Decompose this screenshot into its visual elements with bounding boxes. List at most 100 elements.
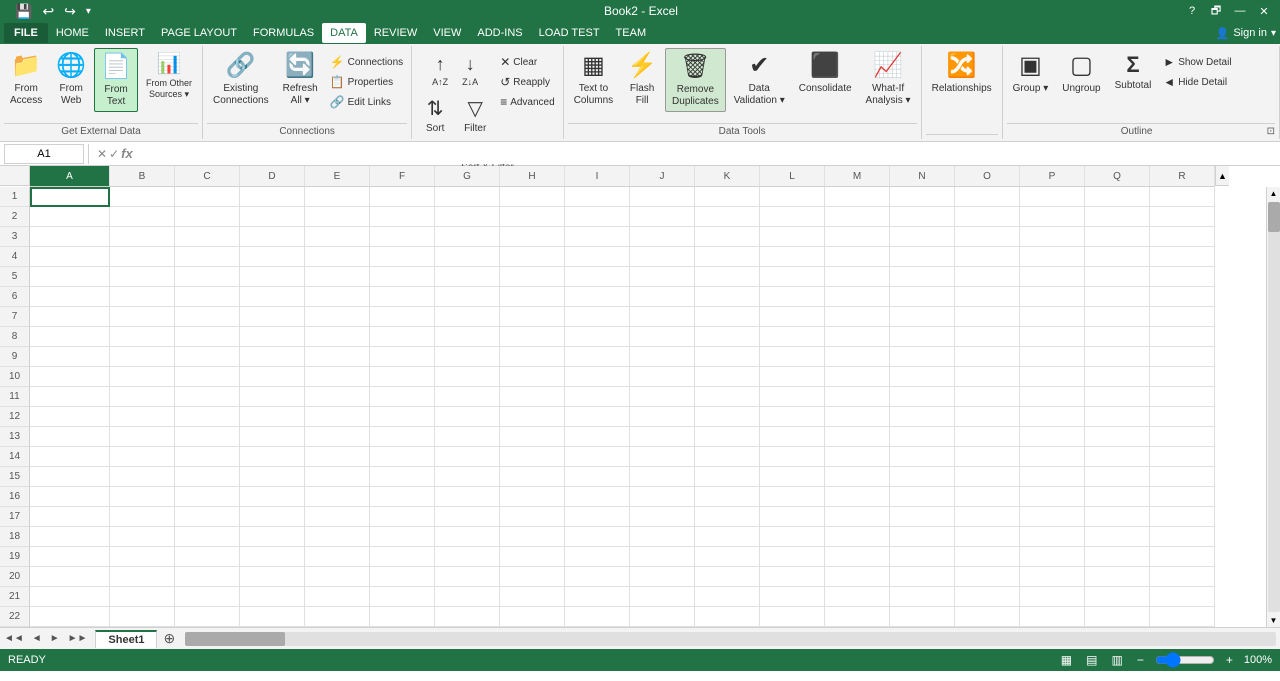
cell-D19[interactable] bbox=[240, 547, 305, 567]
sign-in-label[interactable]: Sign in bbox=[1233, 27, 1267, 39]
cell-B5[interactable] bbox=[110, 267, 175, 287]
cell-N18[interactable] bbox=[890, 527, 955, 547]
cell-J3[interactable] bbox=[630, 227, 695, 247]
col-header-M[interactable]: M bbox=[825, 166, 890, 186]
cell-A3[interactable] bbox=[30, 227, 110, 247]
cell-F14[interactable] bbox=[370, 447, 435, 467]
cell-O19[interactable] bbox=[955, 547, 1020, 567]
cell-Q22[interactable] bbox=[1085, 607, 1150, 627]
cell-F22[interactable] bbox=[370, 607, 435, 627]
cell-C11[interactable] bbox=[175, 387, 240, 407]
cell-O13[interactable] bbox=[955, 427, 1020, 447]
cell-J8[interactable] bbox=[630, 327, 695, 347]
menu-home[interactable]: HOME bbox=[48, 23, 97, 43]
cell-R8[interactable] bbox=[1150, 327, 1215, 347]
cell-E14[interactable] bbox=[305, 447, 370, 467]
cell-B14[interactable] bbox=[110, 447, 175, 467]
col-header-B[interactable]: B bbox=[110, 166, 175, 186]
cell-H7[interactable] bbox=[500, 307, 565, 327]
menu-review[interactable]: REVIEW bbox=[366, 23, 425, 43]
col-header-C[interactable]: C bbox=[175, 166, 240, 186]
cell-R22[interactable] bbox=[1150, 607, 1215, 627]
cell-E13[interactable] bbox=[305, 427, 370, 447]
cell-H6[interactable] bbox=[500, 287, 565, 307]
cell-E9[interactable] bbox=[305, 347, 370, 367]
row-num-21[interactable]: 21 bbox=[0, 587, 29, 607]
sort-za-button[interactable]: ↓ Z↓A bbox=[456, 50, 484, 91]
page-break-btn[interactable]: ▥ bbox=[1108, 652, 1125, 668]
cell-R3[interactable] bbox=[1150, 227, 1215, 247]
cell-J6[interactable] bbox=[630, 287, 695, 307]
cell-B20[interactable] bbox=[110, 567, 175, 587]
cell-C4[interactable] bbox=[175, 247, 240, 267]
cell-B16[interactable] bbox=[110, 487, 175, 507]
cell-E6[interactable] bbox=[305, 287, 370, 307]
cell-C15[interactable] bbox=[175, 467, 240, 487]
cell-B2[interactable] bbox=[110, 207, 175, 227]
cell-P11[interactable] bbox=[1020, 387, 1085, 407]
cell-Q5[interactable] bbox=[1085, 267, 1150, 287]
row-num-10[interactable]: 10 bbox=[0, 367, 29, 387]
cell-R4[interactable] bbox=[1150, 247, 1215, 267]
cell-K10[interactable] bbox=[695, 367, 760, 387]
cell-A17[interactable] bbox=[30, 507, 110, 527]
scroll-right-btn[interactable]: ►► bbox=[64, 631, 92, 646]
cell-O5[interactable] bbox=[955, 267, 1020, 287]
minimize-icon[interactable]: — bbox=[1232, 3, 1248, 19]
cell-R13[interactable] bbox=[1150, 427, 1215, 447]
col-header-K[interactable]: K bbox=[695, 166, 760, 186]
cell-K3[interactable] bbox=[695, 227, 760, 247]
cell-H18[interactable] bbox=[500, 527, 565, 547]
cell-H21[interactable] bbox=[500, 587, 565, 607]
cell-E8[interactable] bbox=[305, 327, 370, 347]
cell-R20[interactable] bbox=[1150, 567, 1215, 587]
cell-L9[interactable] bbox=[760, 347, 825, 367]
cell-R11[interactable] bbox=[1150, 387, 1215, 407]
cell-P9[interactable] bbox=[1020, 347, 1085, 367]
cell-I12[interactable] bbox=[565, 407, 630, 427]
cell-D9[interactable] bbox=[240, 347, 305, 367]
cell-D11[interactable] bbox=[240, 387, 305, 407]
cell-H3[interactable] bbox=[500, 227, 565, 247]
cell-M8[interactable] bbox=[825, 327, 890, 347]
sort-az-button[interactable]: ↑ A↑Z bbox=[426, 50, 454, 91]
cell-F20[interactable] bbox=[370, 567, 435, 587]
cell-B3[interactable] bbox=[110, 227, 175, 247]
scroll-next-btn[interactable]: ► bbox=[46, 631, 64, 646]
cell-P19[interactable] bbox=[1020, 547, 1085, 567]
cell-M10[interactable] bbox=[825, 367, 890, 387]
cell-H10[interactable] bbox=[500, 367, 565, 387]
cell-G17[interactable] bbox=[435, 507, 500, 527]
cell-Q8[interactable] bbox=[1085, 327, 1150, 347]
cell-J20[interactable] bbox=[630, 567, 695, 587]
cell-D12[interactable] bbox=[240, 407, 305, 427]
cell-E3[interactable] bbox=[305, 227, 370, 247]
cell-F4[interactable] bbox=[370, 247, 435, 267]
cell-I10[interactable] bbox=[565, 367, 630, 387]
cell-A9[interactable] bbox=[30, 347, 110, 367]
cell-N7[interactable] bbox=[890, 307, 955, 327]
cell-D14[interactable] bbox=[240, 447, 305, 467]
cell-I1[interactable] bbox=[565, 187, 630, 207]
cell-L8[interactable] bbox=[760, 327, 825, 347]
cell-R14[interactable] bbox=[1150, 447, 1215, 467]
cell-Q18[interactable] bbox=[1085, 527, 1150, 547]
cell-O16[interactable] bbox=[955, 487, 1020, 507]
cell-G6[interactable] bbox=[435, 287, 500, 307]
cell-E22[interactable] bbox=[305, 607, 370, 627]
cell-D17[interactable] bbox=[240, 507, 305, 527]
cell-K4[interactable] bbox=[695, 247, 760, 267]
cell-A10[interactable] bbox=[30, 367, 110, 387]
cell-D7[interactable] bbox=[240, 307, 305, 327]
cell-F9[interactable] bbox=[370, 347, 435, 367]
cell-D16[interactable] bbox=[240, 487, 305, 507]
cell-Q15[interactable] bbox=[1085, 467, 1150, 487]
cell-L22[interactable] bbox=[760, 607, 825, 627]
row-num-12[interactable]: 12 bbox=[0, 407, 29, 427]
cell-K12[interactable] bbox=[695, 407, 760, 427]
cell-P17[interactable] bbox=[1020, 507, 1085, 527]
cell-I13[interactable] bbox=[565, 427, 630, 447]
save-icon[interactable]: 💾 bbox=[12, 2, 35, 21]
cell-F10[interactable] bbox=[370, 367, 435, 387]
consolidate-button[interactable]: ⬛ Consolidate bbox=[793, 48, 858, 112]
